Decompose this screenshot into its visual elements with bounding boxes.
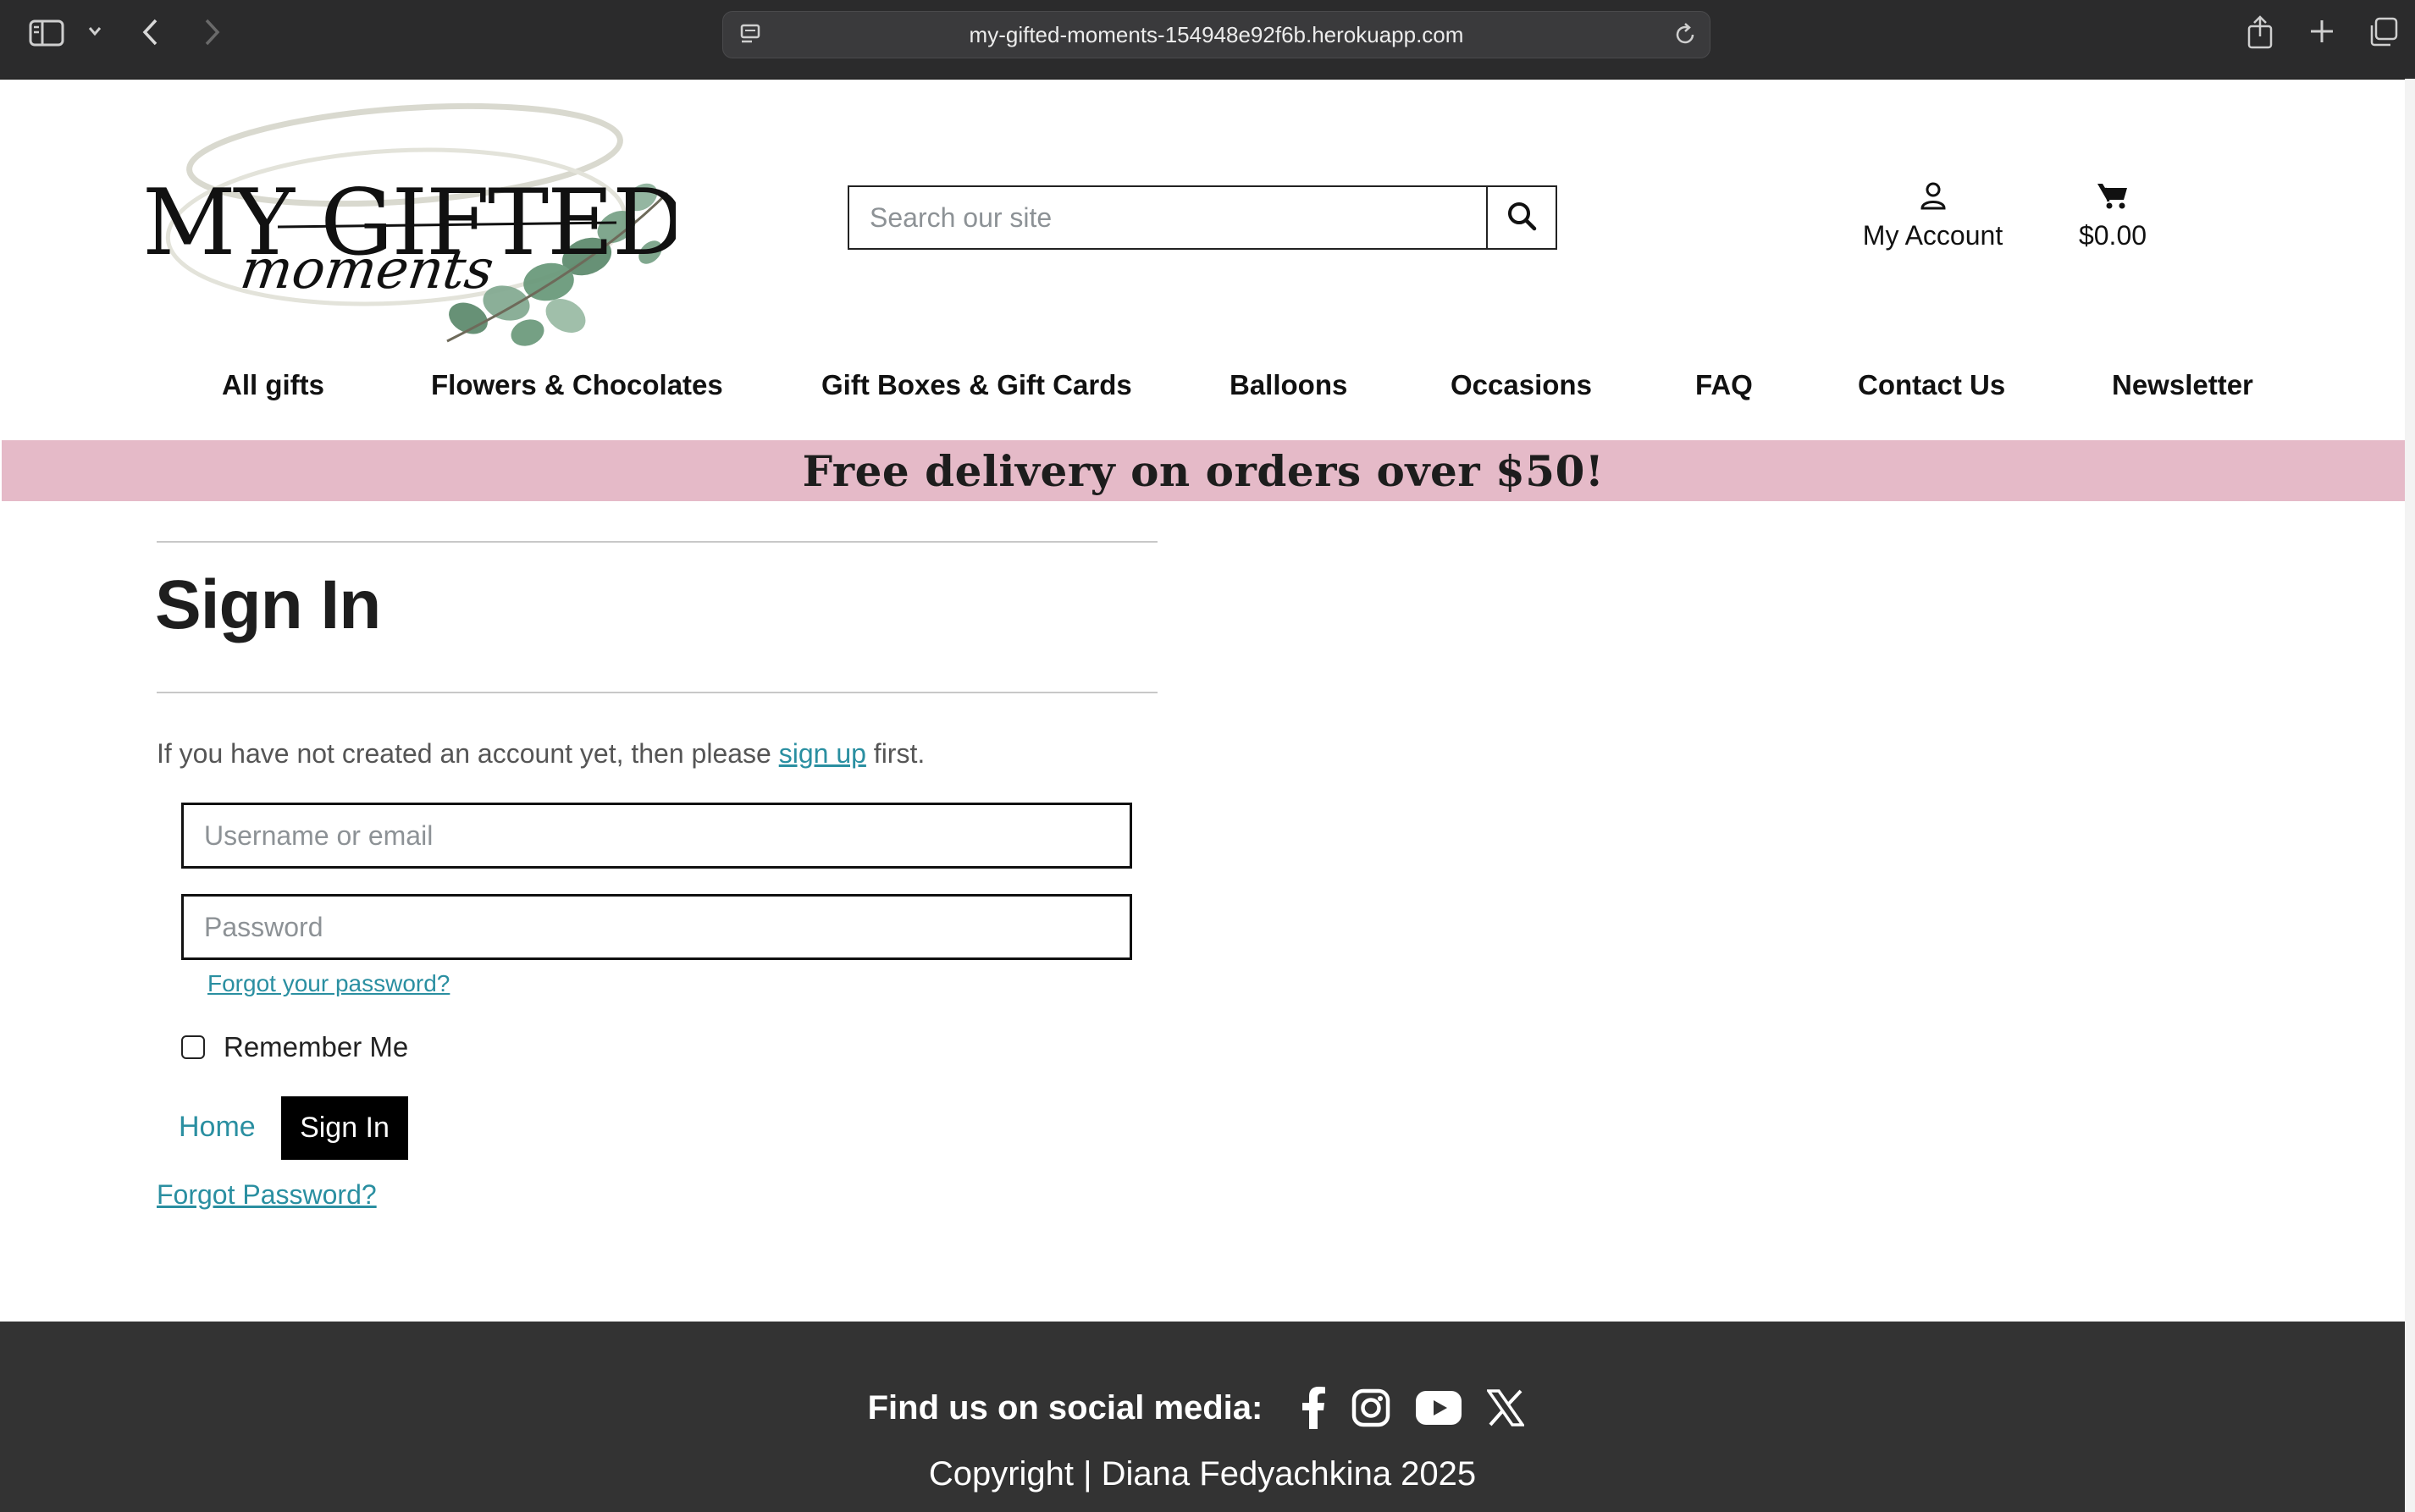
cart-total: $0.00 bbox=[2078, 220, 2147, 251]
chevron-down-icon[interactable] bbox=[87, 25, 102, 37]
svg-text:moments: moments bbox=[237, 238, 498, 301]
search-input[interactable] bbox=[849, 187, 1486, 248]
nav-gift-boxes-gift-cards[interactable]: Gift Boxes & Gift Cards bbox=[821, 369, 1132, 401]
browser-toolbar: my-gifted-moments-154948e92f6b.herokuapp… bbox=[0, 0, 2415, 80]
nav-faq[interactable]: FAQ bbox=[1695, 369, 1753, 401]
remember-me-checkbox[interactable] bbox=[181, 1035, 205, 1059]
signup-prompt-after: first. bbox=[865, 738, 926, 769]
share-icon[interactable] bbox=[2246, 14, 2274, 50]
home-link[interactable]: Home bbox=[179, 1111, 256, 1144]
address-bar[interactable]: my-gifted-moments-154948e92f6b.herokuapp… bbox=[722, 11, 1710, 58]
forgot-password-link[interactable]: Forgot Password? bbox=[157, 1179, 377, 1211]
nav-balloons[interactable]: Balloons bbox=[1230, 369, 1347, 401]
copyright: Copyright | Diana Fedyachkina 2025 bbox=[928, 1455, 1477, 1493]
page-title: Sign In bbox=[155, 566, 381, 643]
signup-prompt: If you have not created an account yet, … bbox=[157, 738, 925, 770]
new-tab-icon[interactable] bbox=[2309, 19, 2335, 44]
social-label: Find us on social media: bbox=[867, 1388, 1263, 1426]
site-logo[interactable]: MY GIFTED moments bbox=[142, 100, 676, 350]
page-scroll-track[interactable] bbox=[2405, 79, 2415, 1512]
nav-flowers-chocolates[interactable]: Flowers & Chocolates bbox=[431, 369, 723, 401]
site-search bbox=[848, 185, 1557, 250]
sidebar-icon[interactable] bbox=[29, 19, 64, 47]
divider-bottom bbox=[157, 692, 1158, 693]
nav-newsletter[interactable]: Newsletter bbox=[2112, 369, 2253, 401]
delivery-banner-text: Free delivery on orders over $50! bbox=[802, 445, 1605, 496]
remember-me[interactable]: Remember Me bbox=[181, 1031, 408, 1063]
username-field[interactable] bbox=[181, 803, 1132, 869]
main-nav: All gifts Flowers & Chocolates Gift Boxe… bbox=[0, 369, 2415, 420]
cart-link[interactable]: $0.00 bbox=[2066, 178, 2159, 251]
nav-all-gifts[interactable]: All gifts bbox=[222, 369, 324, 401]
instagram-icon[interactable] bbox=[1351, 1388, 1390, 1427]
signup-prompt-before: If you have not created an account yet, … bbox=[157, 738, 779, 769]
x-icon[interactable] bbox=[1487, 1389, 1525, 1426]
nav-contact-us[interactable]: Contact Us bbox=[1858, 369, 2005, 401]
password-field[interactable] bbox=[181, 894, 1132, 960]
social-links: Find us on social media: bbox=[0, 1382, 2405, 1433]
nav-occasions[interactable]: Occasions bbox=[1451, 369, 1592, 401]
youtube-icon[interactable] bbox=[1416, 1391, 1462, 1425]
forgot-password-help-link[interactable]: Forgot your password? bbox=[207, 970, 450, 997]
site-footer: Find us on social media: Copyright | Dia… bbox=[0, 1322, 2405, 1512]
url-text: my-gifted-moments-154948e92f6b.herokuapp… bbox=[969, 22, 1464, 47]
back-icon[interactable] bbox=[141, 17, 161, 47]
tabs-overview-icon[interactable] bbox=[2368, 17, 2399, 47]
facebook-icon[interactable] bbox=[1301, 1387, 1326, 1429]
my-account-label: My Account bbox=[1862, 220, 2003, 251]
delivery-banner: Free delivery on orders over $50! bbox=[2, 440, 2405, 501]
search-icon bbox=[1506, 201, 1537, 235]
search-button[interactable] bbox=[1486, 187, 1556, 248]
divider-top bbox=[157, 541, 1158, 543]
signup-link[interactable]: sign up bbox=[779, 738, 866, 769]
my-account-link[interactable]: My Account bbox=[1846, 178, 2020, 251]
sign-in-button[interactable]: Sign In bbox=[281, 1096, 408, 1160]
remember-me-label: Remember Me bbox=[224, 1031, 409, 1062]
cart-icon bbox=[2066, 178, 2159, 213]
user-icon bbox=[1846, 178, 2020, 213]
reload-icon[interactable] bbox=[1674, 22, 1698, 47]
forward-icon[interactable] bbox=[202, 17, 222, 47]
